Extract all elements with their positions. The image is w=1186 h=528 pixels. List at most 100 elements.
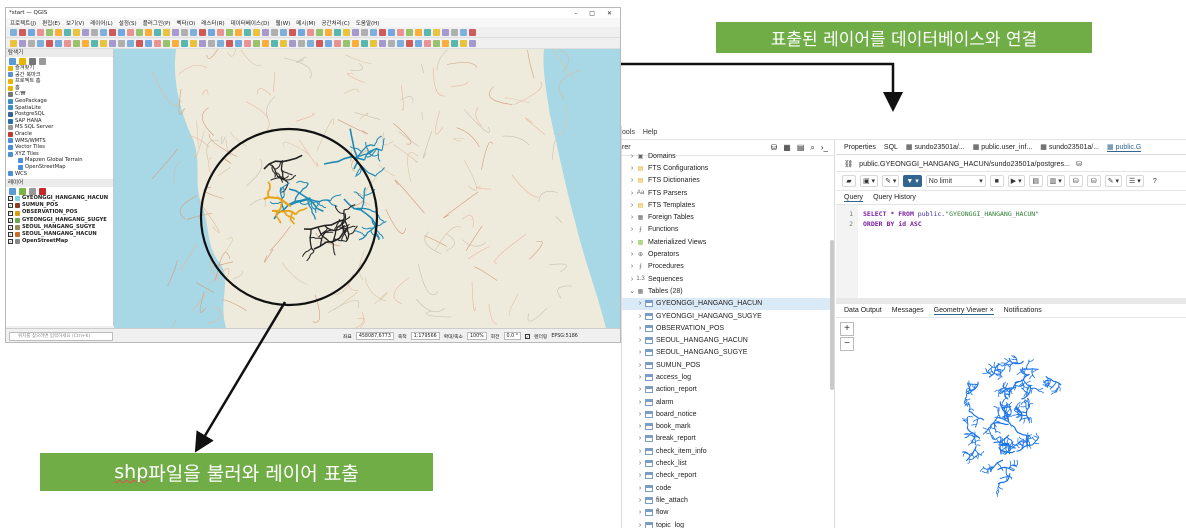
toolbar-tool-icon[interactable] [343,28,350,36]
filter-icon[interactable] [29,57,36,65]
toolbar-tool-icon[interactable] [433,39,440,47]
toolbar-tool-icon[interactable] [127,28,134,36]
toolbar-tool-icon[interactable] [172,39,179,47]
browser-item[interactable]: PostgreSQL [8,111,113,118]
toolbar-tool-icon[interactable] [82,28,89,36]
chevron-icon[interactable]: › [636,509,644,516]
object-tree-item[interactable]: › ▦ Foreign Tables [622,211,834,223]
toolbar-tool-icon[interactable] [289,39,296,47]
toolbar-tool-icon[interactable] [388,28,395,36]
toolbar-tool-icon[interactable] [64,39,71,47]
layer-item[interactable]: ✓ GYEONGGI_HANGANG_HACUN [6,195,113,202]
toolbar-tool-icon[interactable] [460,39,467,47]
tab-public-g[interactable]: ▦ public.G [1107,143,1142,152]
toolbar-tool-icon[interactable] [271,28,278,36]
chevron-icon[interactable]: › [636,460,644,467]
tab-sql[interactable]: SQL [884,144,898,151]
toolbar-tool-icon[interactable] [109,39,116,47]
toolbar-tool-icon[interactable] [370,39,377,47]
toolbar-tool-icon[interactable] [379,39,386,47]
layer-visibility-checkbox[interactable]: ✓ [8,232,13,238]
menu-help[interactable]: 도움말(H) [356,19,380,27]
filter-button-icon[interactable]: ▼ ▾ [903,175,922,187]
toolbar-tool-icon[interactable] [415,39,422,47]
toolbar-tool-icon[interactable] [469,39,476,47]
browser-item[interactable]: WCS [8,171,113,178]
chevron-icon[interactable]: › [636,374,644,381]
menu-help-pg[interactable]: Help [643,129,657,136]
toolbar-tool-icon[interactable] [208,28,215,36]
stop-icon[interactable]: ■ [989,175,1004,187]
object-tree-item[interactable]: › ⨍ Procedures [622,261,834,273]
toolbar-tool-icon[interactable] [253,39,260,47]
toolbar-tool-icon[interactable] [451,28,458,36]
chevron-icon[interactable]: › [636,300,644,307]
table-tree-item[interactable]: › code [622,482,834,494]
scale-field[interactable]: 1:179566 [410,332,440,340]
toolbar-tool-icon[interactable] [190,28,197,36]
toolbar-tool-icon[interactable] [325,39,332,47]
chevron-icon[interactable]: › [628,190,636,197]
toolbar-tool-icon[interactable] [136,28,143,36]
menu-plugins[interactable]: 플러그인(P) [143,19,171,27]
rotation-field[interactable]: 0.0 ° [503,332,522,340]
object-tree-item[interactable]: › ▤ FTS Templates [622,199,834,211]
toolbar-tool-icon[interactable] [424,39,431,47]
chevron-icon[interactable]: › [628,153,636,160]
toolbar-tool-icon[interactable] [37,39,44,47]
toolbar-tool-icon[interactable] [10,28,17,36]
terminal-icon[interactable]: ›_ [821,143,828,153]
rollback-icon[interactable]: ⛁ [1086,175,1101,187]
chevron-icon[interactable]: › [628,239,636,246]
add-icon[interactable] [19,57,26,65]
object-tree-item[interactable]: › ⨍ Functions [622,224,834,236]
edit-icon[interactable]: ✎ ▾ [882,175,900,187]
menu-web[interactable]: 웹(W) [275,19,290,27]
toolbar-tool-icon[interactable] [235,39,242,47]
layer-style-icon[interactable] [9,187,16,195]
link-icon[interactable]: ⛓ [844,159,853,168]
layer-item[interactable]: ✓ GYEONGGI_HANGANG_SUGYE [6,217,113,224]
open-file-icon[interactable]: ▰ [842,175,856,187]
toolbar-tool-icon[interactable] [226,28,233,36]
sql-editor[interactable]: 1 2 SELECT * FROM public."GYEONGGI_HANGA… [836,205,1186,298]
table-tree-item[interactable]: › check_report [622,470,834,482]
browser-item[interactable]: SAP HANA [8,118,113,125]
help-icon[interactable]: ? [1147,175,1162,187]
toolbar-tool-icon[interactable] [154,28,161,36]
object-tree-item[interactable]: › Aa FTS Parsers [622,187,834,199]
menu-view[interactable]: 보기(V) [66,19,84,27]
remove-layer-icon[interactable] [39,187,46,195]
toolbar-tool-icon[interactable] [82,39,89,47]
layer-item[interactable]: ✓ SEOUL_HANGANG_SUGYE [6,224,113,231]
render-checkbox[interactable]: ✓ [525,333,531,339]
menu-vector[interactable]: 벡터(O) [177,19,196,27]
map-canvas[interactable] [114,49,620,328]
menu-raster[interactable]: 래스터(R) [201,19,224,27]
toolbar-tool-icon[interactable] [334,28,341,36]
toolbar-tool-icon[interactable] [55,39,62,47]
toolbar-tool-icon[interactable] [451,39,458,47]
toolbar-tool-icon[interactable] [307,39,314,47]
toolbar-tool-icon[interactable] [181,39,188,47]
chevron-icon[interactable]: ⌄ [628,287,636,295]
toolbar-tool-icon[interactable] [361,28,368,36]
database-icon[interactable]: ⛁ [771,143,778,153]
toolbar-tool-icon[interactable] [136,39,143,47]
table-tree-item[interactable]: › action_report [622,384,834,396]
toolbar-tool-icon[interactable] [307,28,314,36]
toolbar-tool-icon[interactable] [91,39,98,47]
toolbar-tool-icon[interactable] [64,28,71,36]
table-tree-item[interactable]: › check_item_info [622,445,834,457]
object-tree-item[interactable]: › ▩ Materialized Views [622,236,834,248]
toolbar-tool-icon[interactable] [19,28,26,36]
browser-item[interactable]: OpenStreetMap [8,164,113,171]
toolbar-tool-icon[interactable] [352,28,359,36]
minimize-icon[interactable]: – [574,10,577,17]
layer-visibility-checkbox[interactable]: ✓ [8,225,13,230]
toolbar-tool-icon[interactable] [100,28,107,36]
explain-icon[interactable]: ▤ [1028,175,1043,187]
toolbar-tool-icon[interactable] [37,28,44,36]
table-tree-item[interactable]: › access_log [622,371,834,383]
browser-item[interactable]: 홈 [8,85,113,92]
